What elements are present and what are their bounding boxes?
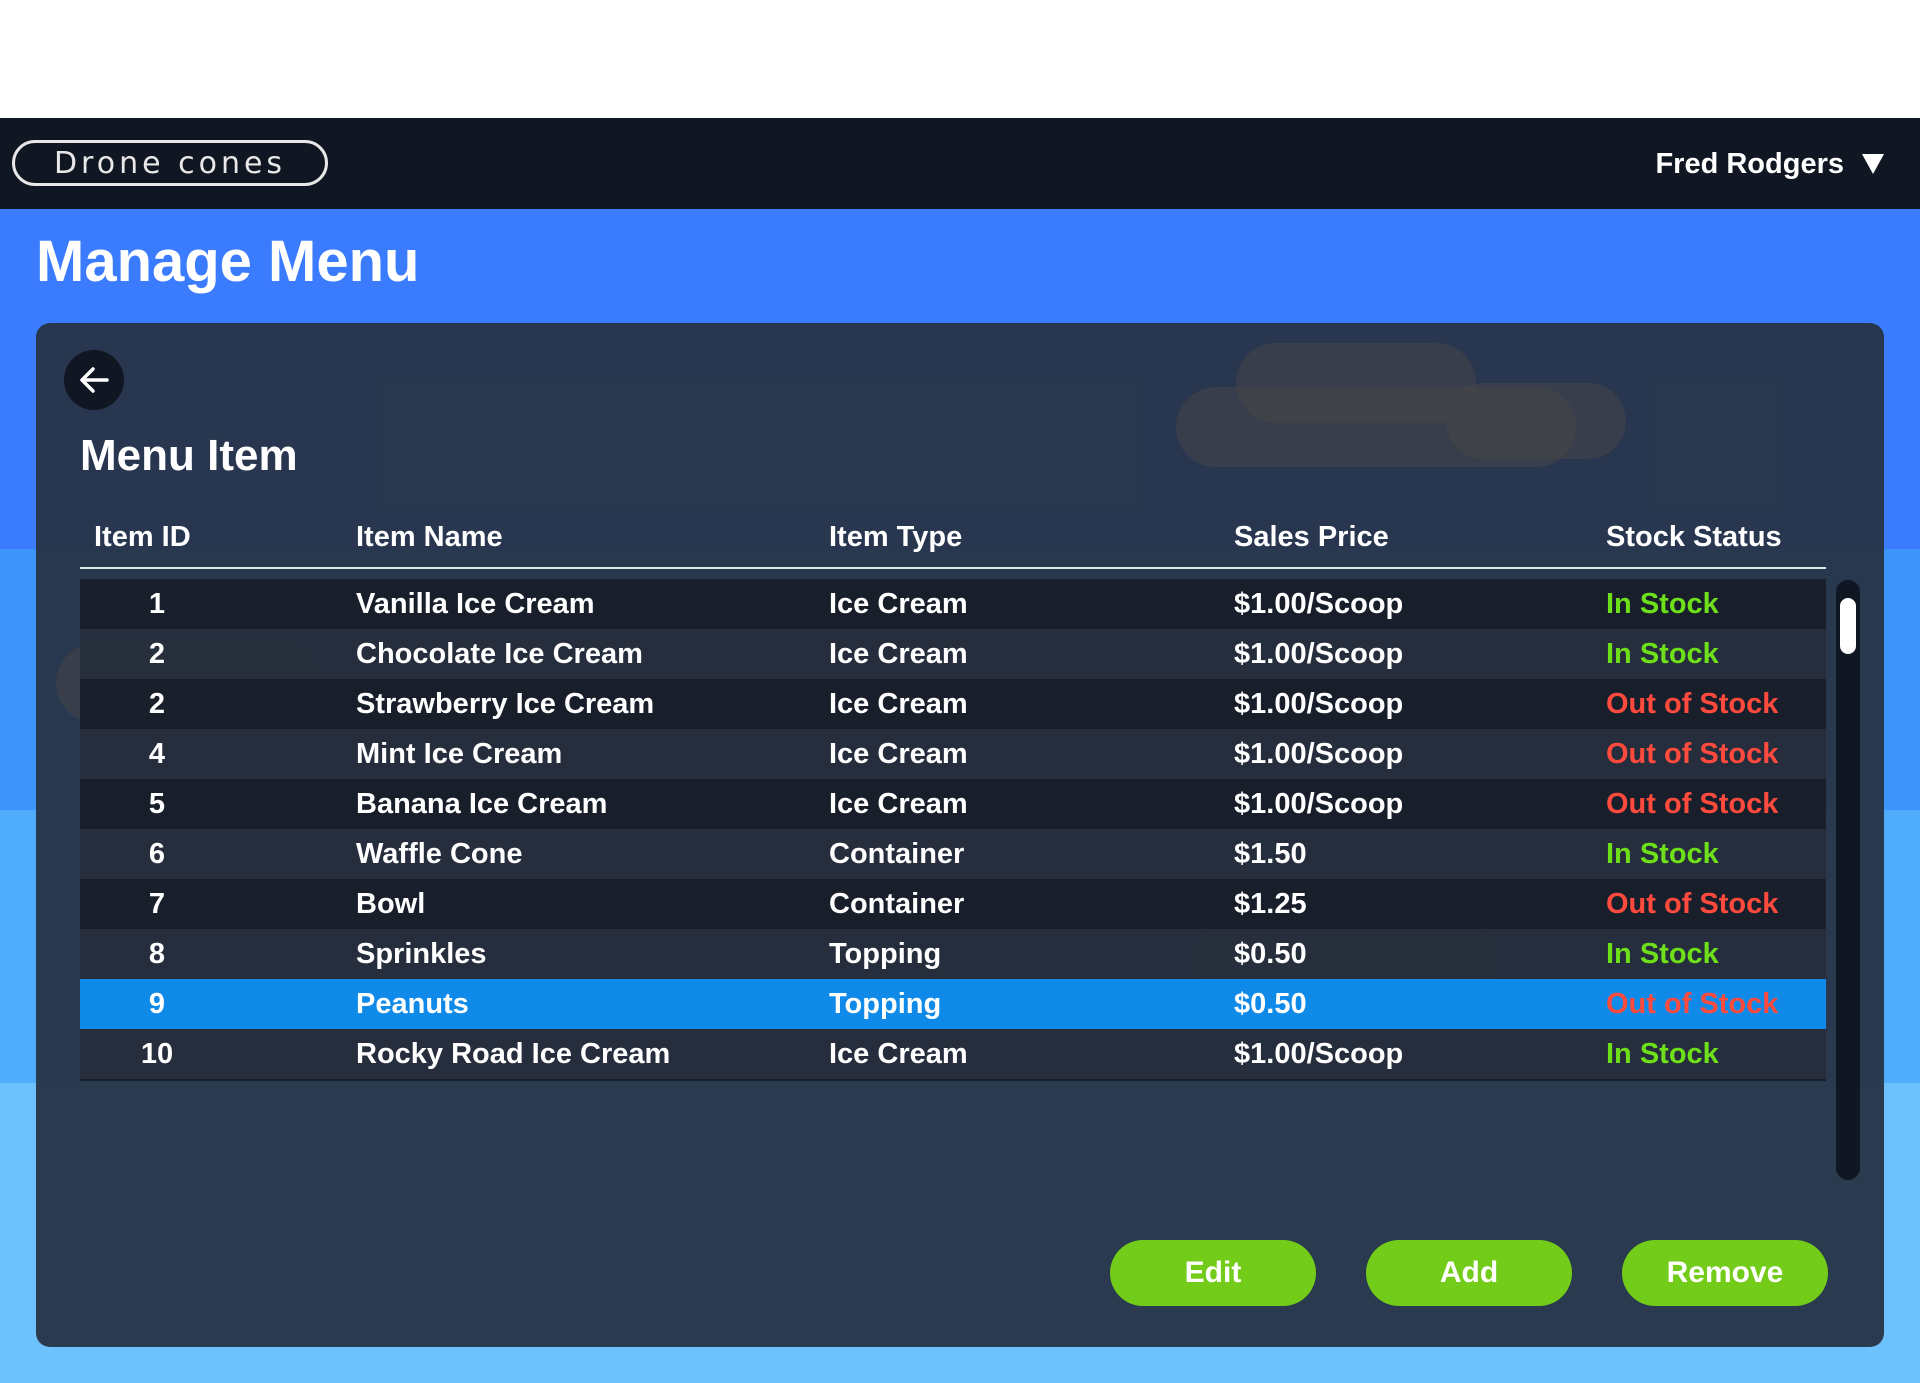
cell-sales-price: $0.50 (1234, 938, 1307, 970)
cell-sales-price: $1.25 (1234, 888, 1307, 920)
cell-item-id: 6 (148, 838, 166, 870)
logo[interactable]: Drone cones (12, 140, 328, 186)
cell-stock-status: Out of Stock (1606, 788, 1779, 820)
cell-stock-status: In Stock (1606, 1038, 1719, 1070)
table-row[interactable]: 10 Rocky Road Ice Cream Ice Cream $1.00/Sco… (80, 1029, 1826, 1079)
cell-item-name: Bowl (356, 888, 426, 920)
cell-stock-status: In Stock (1606, 938, 1719, 970)
table-row[interactable]: 7 Bowl Container $1.25 Out of Stock (80, 879, 1826, 929)
add-button[interactable]: Add (1366, 1240, 1572, 1306)
cell-item-id: 1 (148, 588, 166, 620)
cell-item-type: Ice Cream (829, 788, 968, 820)
cell-item-id: 2 (148, 638, 166, 670)
cell-item-name: Vanilla Ice Cream (356, 588, 595, 620)
section-title: Menu Item (80, 431, 298, 480)
top-bar: Drone cones Fred Rodgers (0, 118, 1920, 209)
edit-button[interactable]: Edit (1110, 1240, 1316, 1306)
cell-item-name: Banana Ice Cream (356, 788, 608, 820)
table-body: 1 Vanilla Ice Cream Ice Cream $1.00/Scoop In… (80, 579, 1826, 1081)
cell-item-name: Chocolate Ice Cream (356, 638, 643, 670)
cell-item-name: Sprinkles (356, 938, 487, 970)
cell-item-id: 7 (148, 888, 166, 920)
column-header-sales-price[interactable]: Sales Price (1234, 521, 1389, 554)
remove-button[interactable]: Remove (1622, 1240, 1828, 1306)
cell-sales-price: $1.00/Scoop (1234, 688, 1404, 720)
cell-item-type: Ice Cream (829, 738, 968, 770)
table-row[interactable]: 11Orange Ice CreamIce Cream$1.00/ScoopOu… (80, 1079, 1826, 1081)
table-row[interactable]: 4 Mint Ice Cream Ice Cream $1.00/Scoop Out o… (80, 729, 1826, 779)
cell-item-type: Ice Cream (829, 588, 968, 620)
cell-item-name: Mint Ice Cream (356, 738, 563, 770)
user-menu[interactable]: Fred Rodgers (1655, 142, 1884, 186)
cell-sales-price: $1.50 (1234, 838, 1307, 870)
table-row[interactable]: 8 Sprinkles Topping $0.50 In Stock (80, 929, 1826, 979)
cloud-decoration (1446, 383, 1626, 459)
column-header-item-id[interactable]: Item ID (94, 521, 191, 554)
cell-sales-price: $0.50 (1234, 988, 1307, 1020)
table-row[interactable]: 5 Banana Ice Cream Ice Cream $1.00/Scoop Out… (80, 779, 1826, 829)
back-button[interactable] (64, 350, 124, 410)
cell-item-name: Rocky Road Ice Cream (356, 1038, 671, 1070)
cell-item-type: Container (829, 888, 965, 920)
scrollbar[interactable] (1836, 580, 1860, 1180)
cell-item-name: Strawberry Ice Cream (356, 688, 655, 720)
triangle-down-icon (1862, 154, 1884, 174)
cell-item-id: 8 (148, 938, 166, 970)
cell-stock-status: Out of Stock (1606, 688, 1779, 720)
cell-item-type: Topping (829, 988, 942, 1020)
table-row[interactable]: 6 Waffle Cone Container $1.50 In Stock (80, 829, 1826, 879)
cell-item-type: Ice Cream (829, 688, 968, 720)
cell-item-name: Peanuts (356, 988, 469, 1020)
table-row[interactable]: 9 Peanuts Topping $0.50 Out of Stock (80, 979, 1826, 1029)
user-name: Fred Rodgers (1655, 147, 1844, 180)
menu-panel: Menu Item Item ID Item Name Item Type Sa… (36, 323, 1884, 1347)
cell-sales-price: $1.00/Scoop (1234, 638, 1404, 670)
cell-stock-status: In Stock (1606, 588, 1719, 620)
cell-stock-status: Out of Stock (1606, 738, 1779, 770)
table-row[interactable]: 2 Chocolate Ice Cream Ice Cream $1.00/Scoop… (80, 629, 1826, 679)
cell-item-id: 4 (148, 738, 166, 770)
column-header-item-name[interactable]: Item Name (356, 521, 503, 554)
cell-item-name: Waffle Cone (356, 838, 523, 870)
cell-item-type: Container (829, 838, 965, 870)
cell-stock-status: Out of Stock (1606, 988, 1779, 1020)
column-header-item-type[interactable]: Item Type (829, 521, 962, 554)
arrow-left-icon (80, 367, 109, 393)
table-row[interactable]: 1 Vanilla Ice Cream Ice Cream $1.00/Scoop In… (80, 579, 1826, 629)
scrollbar-thumb[interactable] (1840, 598, 1856, 654)
column-header-stock-status[interactable]: Stock Status (1606, 521, 1782, 554)
cell-sales-price: $1.00/Scoop (1234, 788, 1404, 820)
cell-item-id: 10 (140, 1038, 174, 1070)
cell-sales-price: $1.00/Scoop (1234, 738, 1404, 770)
cell-item-type: Ice Cream (829, 638, 968, 670)
cell-item-id: 5 (148, 788, 166, 820)
cell-item-type: Topping (829, 938, 942, 970)
cell-sales-price: $1.00/Scoop (1234, 1038, 1404, 1070)
cell-item-type: Ice Cream (829, 1038, 968, 1070)
cell-item-id: 9 (148, 988, 166, 1020)
cell-stock-status: In Stock (1606, 638, 1719, 670)
cell-sales-price: $1.00/Scoop (1234, 588, 1404, 620)
page-title: Manage Menu (36, 229, 420, 294)
cell-stock-status: In Stock (1606, 838, 1719, 870)
table-header: Item ID Item Name Item Type Sales Price … (80, 513, 1826, 569)
cell-item-id: 2 (148, 688, 166, 720)
table-row[interactable]: 2 Strawberry Ice Cream Ice Cream $1.00/Scoo… (80, 679, 1826, 729)
cell-stock-status: Out of Stock (1606, 888, 1779, 920)
